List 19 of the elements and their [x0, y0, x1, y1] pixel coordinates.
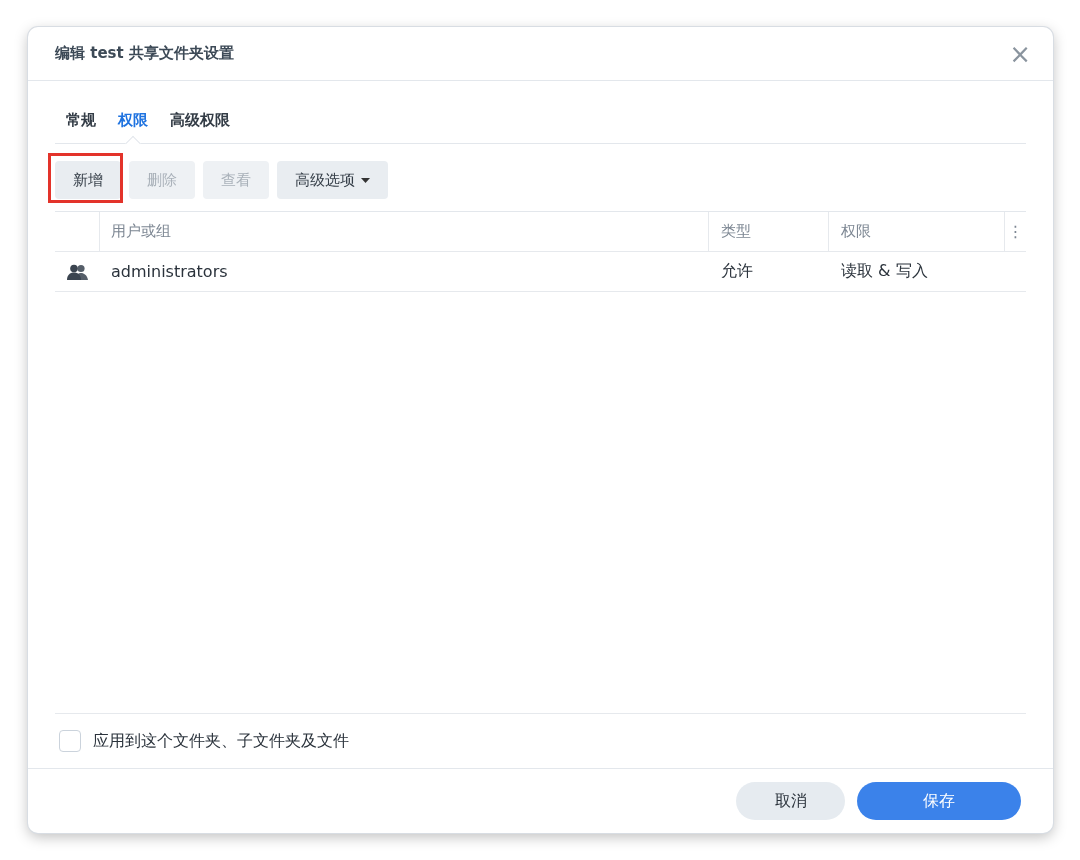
cancel-button[interactable]: 取消 [736, 782, 845, 820]
column-header[interactable]: 类型 [709, 212, 829, 251]
tab[interactable]: 高级权限 [159, 97, 241, 143]
table-cell-text: administrators [110, 261, 229, 283]
table-cell-text: 读取 & 写入 [840, 260, 929, 282]
table-cell-text: 允许 [720, 260, 754, 282]
save-button[interactable]: 保存 [857, 782, 1021, 820]
column-menu-button[interactable]: ⋮ [1007, 222, 1024, 241]
close-button[interactable]: × [1009, 40, 1031, 67]
column-header[interactable]: 用户或组 [100, 212, 709, 251]
caret-icon [361, 177, 370, 183]
toolbar-button[interactable]: 高级选项 [277, 161, 388, 199]
checkbox[interactable] [59, 730, 81, 752]
toolbar-button[interactable]: 新增 [55, 161, 121, 199]
window-title: 编辑 test 共享文件夹设置 [55, 44, 234, 63]
tab[interactable]: 常规 [55, 97, 107, 143]
column-header[interactable]: 权限 [829, 212, 1005, 251]
users-icon [66, 263, 89, 280]
checkbox-label[interactable]: 应用到这个文件夹、子文件夹及文件 [93, 730, 349, 752]
